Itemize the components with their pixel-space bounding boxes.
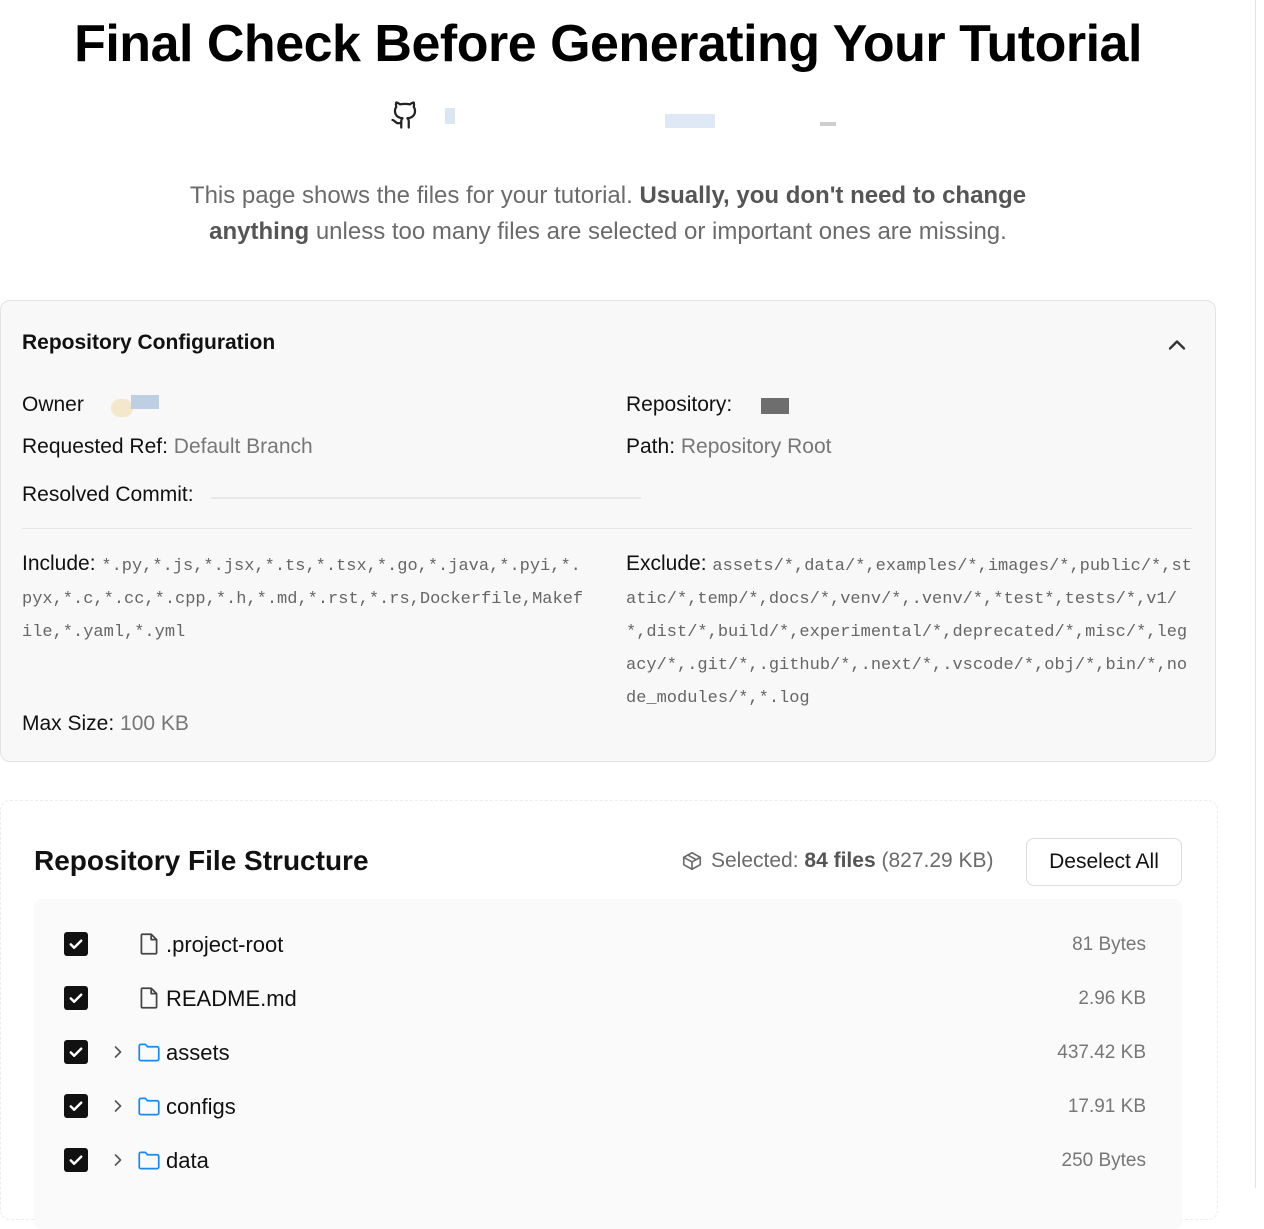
file-size: 2.96 KB [1078,988,1146,1009]
exclude-value: assets/*,data/*,examples/*,images/*,publ… [626,557,1192,708]
file-tree: .project-root 81 Bytes README.md 2.96 KB ass… [34,899,1182,1229]
file-checkbox[interactable] [64,1094,88,1118]
file-structure-title: Repository File Structure [34,845,369,876]
include-field: Include: *.py,*.js,*.jsx,*.ts,*.tsx,*.go… [22,549,587,648]
config-divider [22,528,1192,529]
file-icon [140,933,158,955]
redacted-url [665,114,715,128]
exclude-label: Exclude: [626,552,707,575]
file-icon [140,987,158,1009]
requested-ref-field: Requested Ref: Default Branch [22,435,313,459]
file-name: README.md [166,986,297,1011]
requested-ref-value: Default Branch [173,435,313,458]
chevron-up-icon[interactable] [1163,331,1191,359]
redacted-url [820,122,836,126]
check-icon [69,939,83,949]
owner-label: Owner [22,393,84,416]
selected-label: Selected: [711,849,799,872]
file-checkbox[interactable] [64,986,88,1010]
max-size-field: Max Size: 100 KB [22,712,189,736]
intro-text: This page shows the files for your tutor… [150,178,1066,250]
file-tree-row[interactable]: README.md 2.96 KB [34,973,1182,1027]
redacted-url [445,108,455,124]
folder-icon [138,1151,160,1170]
repository-label: Repository: [626,393,733,416]
github-icon [391,101,417,129]
page-title: Final Check Before Generating Your Tutor… [74,15,1142,73]
exclude-field: Exclude: assets/*,data/*,examples/*,imag… [626,549,1192,714]
repository-config-panel: Repository Configuration Owner Repositor… [0,300,1216,762]
file-size: 437.42 KB [1057,1042,1146,1063]
check-icon [69,1047,83,1057]
chevron-right-icon[interactable] [108,1042,128,1062]
deselect-all-button[interactable]: Deselect All [1026,838,1182,886]
repo-link[interactable] [390,100,850,130]
path-value: Repository Root [680,435,832,458]
file-name: .project-root [166,932,284,957]
owner-field: Owner [22,393,84,417]
check-icon [69,1101,83,1111]
include-value: *.py,*.js,*.jsx,*.ts,*.tsx,*.go,*.java,*… [22,557,584,642]
selected-size: (827.29 KB) [881,849,994,872]
chevron-right-icon[interactable] [108,1096,128,1116]
folder-icon [138,1043,160,1062]
file-size: 17.91 KB [1067,1096,1146,1117]
resolved-commit-field: Resolved Commit: [22,483,194,507]
file-size: 81 Bytes [1072,934,1146,955]
package-icon [682,851,702,871]
redacted-commit [211,497,641,499]
redacted-owner [131,395,159,409]
file-size: 250 Bytes [1061,1150,1147,1171]
redacted-owner [111,399,133,417]
file-checkbox[interactable] [64,1148,88,1172]
file-structure-panel: Repository File Structure Selected: 84 f… [0,800,1218,1229]
chevron-right-icon[interactable] [108,1150,128,1170]
file-name: assets [166,1040,230,1065]
intro-text-part: unless too many files are selected or im… [309,218,1007,245]
file-tree-row[interactable]: configs 17.91 KB [34,1081,1182,1135]
resolved-commit-label: Resolved Commit: [22,483,194,506]
selected-count: 84 files [804,849,876,872]
file-checkbox[interactable] [64,932,88,956]
selection-summary: Selected: 84 files (827.29 KB) [681,849,994,873]
repository-field: Repository: [626,393,732,417]
file-name: data [166,1148,209,1173]
file-checkbox[interactable] [64,1040,88,1064]
include-label: Include: [22,552,96,575]
max-size-value: 100 KB [120,712,189,735]
config-title: Repository Configuration [22,331,276,354]
path-label: Path: [626,435,676,458]
file-tree-row[interactable]: .project-root 81 Bytes [34,919,1182,973]
check-icon [69,1155,83,1165]
redacted-repository [761,398,789,414]
intro-text-part: This page shows the files for your tutor… [189,182,640,209]
max-size-label: Max Size: [22,712,115,735]
file-tree-row[interactable]: assets 437.42 KB [34,1027,1182,1081]
check-icon [69,993,83,1003]
file-tree-row[interactable]: data 250 Bytes [34,1135,1182,1189]
folder-icon [138,1097,160,1116]
path-field: Path: Repository Root [626,435,831,459]
file-name: configs [166,1094,236,1119]
requested-ref-label: Requested Ref: [22,435,168,458]
window-edge [1255,0,1256,1188]
